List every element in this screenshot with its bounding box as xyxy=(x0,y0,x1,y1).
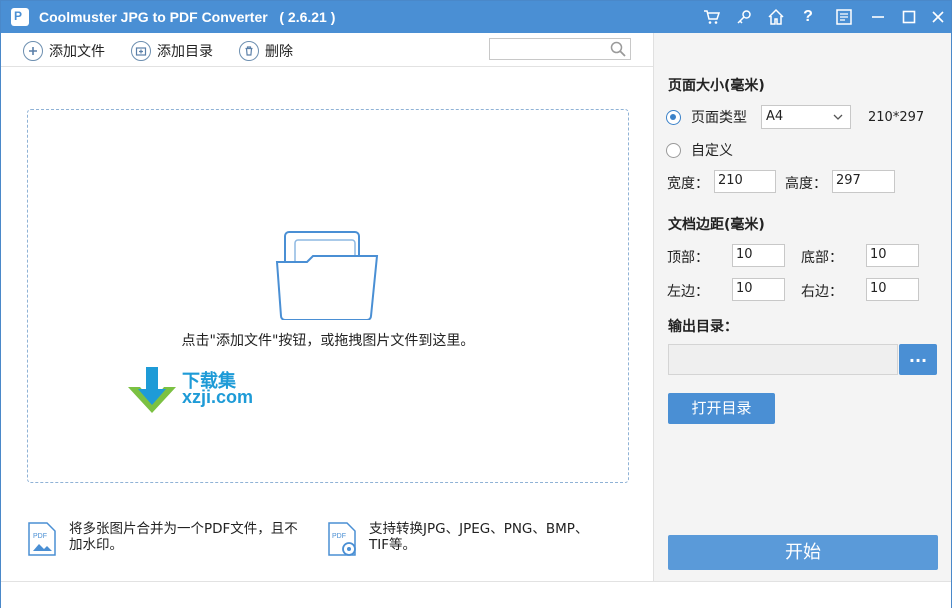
height-label: 高度： xyxy=(785,176,827,192)
output-dir-field[interactable] xyxy=(668,344,898,375)
svg-text:PDF: PDF xyxy=(33,533,47,540)
browse-button[interactable]: ... xyxy=(899,344,937,375)
feature-merge-line2: 加水印。 xyxy=(69,537,123,553)
width-input[interactable]: 210 xyxy=(714,170,776,193)
add-folder-icon xyxy=(131,41,151,61)
top-margin-input[interactable]: 10 xyxy=(732,244,785,267)
page-type-radio-row[interactable]: 页面类型 xyxy=(666,107,747,127)
margin-title: 文档边距(毫米) xyxy=(668,217,765,233)
close-icon[interactable] xyxy=(927,6,949,28)
add-file-icon xyxy=(23,41,43,61)
chevron-down-icon xyxy=(833,114,843,120)
toolbar: 添加文件 添加目录 删除 xyxy=(1,33,653,67)
feedback-icon[interactable] xyxy=(833,6,855,28)
app-logo-letter: P xyxy=(14,9,23,23)
settings-panel: 页面大小(毫米) 页面类型 A4 210*297 自定义 宽度： 210 高度：… xyxy=(653,33,951,581)
right-margin-input[interactable]: 10 xyxy=(866,278,919,301)
app-logo-icon: P xyxy=(11,8,29,26)
add-folder-button[interactable]: 添加目录 xyxy=(131,40,213,62)
trash-icon xyxy=(239,41,259,61)
svg-text:PDF: PDF xyxy=(332,533,346,540)
height-input[interactable]: 297 xyxy=(832,170,895,193)
page-type-value: A4 xyxy=(766,109,784,124)
title-bar: P Coolmuster JPG to PDF Converter ( 2.6.… xyxy=(1,1,951,33)
feature-convert: PDF 支持转换JPG、JPEG、PNG、BMP、 TIF等。 xyxy=(327,521,588,557)
search-icon[interactable] xyxy=(609,40,627,58)
feature-merge-text: 将多张图片合并为一个PDF文件，且不 加水印。 xyxy=(69,521,298,553)
feature-merge-line1: 将多张图片合并为一个PDF文件，且不 xyxy=(69,521,298,537)
left-margin-input[interactable]: 10 xyxy=(732,278,785,301)
app-window: P Coolmuster JPG to PDF Converter ( 2.6.… xyxy=(0,0,952,608)
watermark-subtext: xzji.com xyxy=(182,387,254,407)
file-drop-zone[interactable]: 点击"添加文件"按钮，或拖拽图片文件到这里。 下载集 xzji.com xyxy=(27,109,629,483)
start-button[interactable]: 开始 xyxy=(668,535,938,570)
bottom-margin-input[interactable]: 10 xyxy=(866,244,919,267)
feature-convert-line2: TIF等。 xyxy=(369,537,416,553)
width-label: 宽度： xyxy=(667,176,709,192)
folder-icon xyxy=(275,231,379,320)
page-size-title: 页面大小(毫米) xyxy=(668,78,765,94)
help-icon[interactable]: ? xyxy=(797,6,819,28)
minimize-icon[interactable] xyxy=(867,6,889,28)
bottom-margin-label: 底部： xyxy=(801,250,843,266)
watermark-arrow-icon xyxy=(128,367,176,413)
output-dir-title: 输出目录： xyxy=(668,319,738,335)
left-margin-label: 左边： xyxy=(667,284,709,300)
page-type-dimensions: 210*297 xyxy=(868,110,925,125)
delete-button[interactable]: 删除 xyxy=(239,40,293,62)
watermark-logo: 下载集 xzji.com xyxy=(124,367,274,415)
open-directory-button[interactable]: 打开目录 xyxy=(668,393,775,424)
page-type-label: 页面类型 xyxy=(691,110,747,126)
custom-label: 自定义 xyxy=(691,143,733,159)
pdf-convert-icon: PDF xyxy=(328,522,356,556)
add-file-button[interactable]: 添加文件 xyxy=(23,40,105,62)
search-input[interactable] xyxy=(489,38,631,60)
feature-merge: PDF 将多张图片合并为一个PDF文件，且不 加水印。 xyxy=(27,521,298,557)
drop-hint-text: 点击"添加文件"按钮，或拖拽图片文件到这里。 xyxy=(181,333,475,349)
right-margin-label: 右边： xyxy=(801,284,843,300)
top-margin-label: 顶部： xyxy=(667,250,709,266)
custom-radio[interactable] xyxy=(666,142,681,158)
add-file-label: 添加文件 xyxy=(49,44,105,60)
pdf-merge-icon: PDF xyxy=(28,522,56,556)
delete-label: 删除 xyxy=(265,44,293,60)
key-icon[interactable] xyxy=(733,6,755,28)
page-type-select[interactable]: A4 xyxy=(761,105,851,129)
page-type-radio[interactable] xyxy=(666,109,681,125)
add-folder-label: 添加目录 xyxy=(157,44,213,60)
window-title: Coolmuster JPG to PDF Converter ( 2.6.21… xyxy=(39,9,336,25)
custom-radio-row[interactable]: 自定义 xyxy=(666,140,733,160)
home-icon[interactable] xyxy=(765,6,787,28)
status-bar xyxy=(1,581,951,608)
feature-convert-line1: 支持转换JPG、JPEG、PNG、BMP、 xyxy=(369,521,589,537)
cart-icon[interactable] xyxy=(701,6,723,28)
main-panel: 点击"添加文件"按钮，或拖拽图片文件到这里。 下载集 xzji.com PDF … xyxy=(1,68,653,581)
feature-convert-text: 支持转换JPG、JPEG、PNG、BMP、 TIF等。 xyxy=(369,521,588,553)
maximize-icon[interactable] xyxy=(898,6,920,28)
